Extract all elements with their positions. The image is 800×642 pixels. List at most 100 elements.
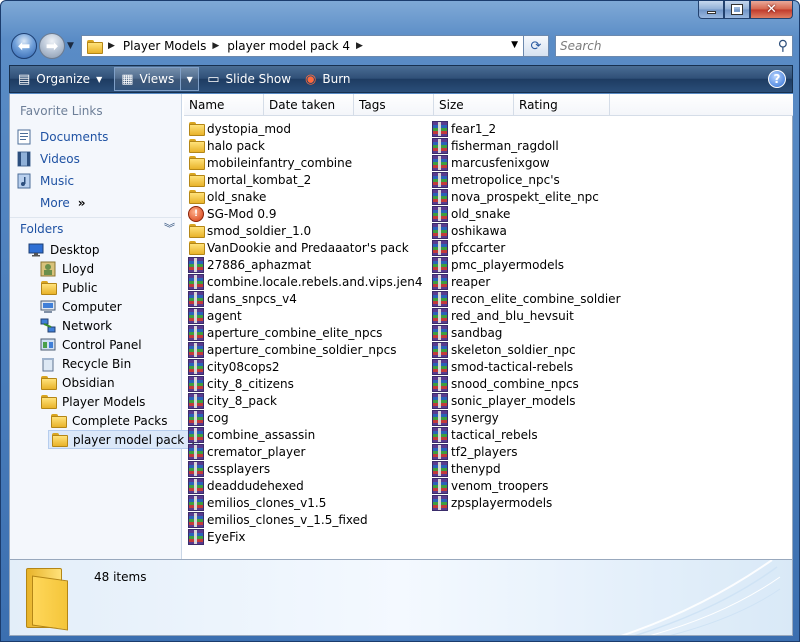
close-button[interactable]: ✕	[750, 1, 793, 19]
folder-icon	[188, 240, 205, 256]
file-item[interactable]: fisherman_ragdoll	[432, 137, 559, 154]
column-header-rating[interactable]: Rating	[514, 94, 610, 116]
slideshow-button[interactable]: ▭ Slide Show	[201, 67, 297, 91]
tree-item-desktop[interactable]: Desktop	[28, 240, 100, 259]
file-item[interactable]: cssplayers	[188, 460, 270, 477]
file-item[interactable]: old_snake	[188, 188, 266, 205]
file-item[interactable]: marcusfenixgow	[432, 154, 550, 171]
file-item[interactable]: deaddudehexed	[188, 477, 304, 494]
file-item[interactable]: dans_snpcs_v4	[188, 290, 297, 307]
breadcrumb-separator-icon[interactable]: ▶	[212, 41, 219, 51]
burn-icon: ◉	[305, 71, 317, 87]
views-dropdown-button[interactable]: ▼	[181, 67, 200, 91]
tree-item-lloyd[interactable]: Lloyd	[40, 259, 94, 278]
details-pane: 48 items	[9, 559, 793, 636]
file-item[interactable]: old_snake	[432, 205, 510, 222]
archive-icon	[432, 375, 448, 392]
file-item[interactable]: zpsplayermodels	[432, 494, 552, 511]
views-label: Views	[139, 72, 175, 86]
refresh-button[interactable]: ⟳	[523, 35, 549, 57]
archive-icon	[188, 443, 204, 460]
folder-icon	[86, 39, 103, 54]
tree-item-control-panel[interactable]: Control Panel	[40, 335, 142, 354]
address-bar[interactable]: ▶ Player Models ▶ player model pack 4 ▶ …	[81, 35, 525, 57]
file-item[interactable]: metropolice_npc's	[432, 171, 560, 188]
file-item[interactable]: smod-tactical-rebels	[432, 358, 573, 375]
tree-item-complete-packs[interactable]: Complete Packs	[50, 411, 168, 430]
file-item[interactable]: venom_troopers	[432, 477, 548, 494]
tree-item-network[interactable]: Network	[40, 316, 112, 335]
file-item[interactable]: VanDookie and Predaaator's pack	[188, 239, 409, 256]
favorite-link-more[interactable]: More »	[16, 193, 86, 213]
file-item[interactable]: smod_soldier_1.0	[188, 222, 311, 239]
file-item[interactable]: red_and_blu_hevsuit	[432, 307, 574, 324]
file-item[interactable]: city_8_pack	[188, 392, 277, 409]
file-item[interactable]: emilios_clones_v_1.5_fixed	[188, 511, 368, 528]
column-header-name[interactable]: Name	[184, 94, 264, 116]
file-item[interactable]: synergy	[432, 409, 499, 426]
file-item[interactable]: cremator_player	[188, 443, 305, 460]
file-item[interactable]: ! SG-Mod 0.9	[188, 205, 276, 222]
forward-button[interactable]: ➡	[39, 33, 65, 59]
file-item[interactable]: pmc_playermodels	[432, 256, 564, 273]
file-item[interactable]: tf2_players	[432, 443, 518, 460]
folders-header[interactable]: Folders ︾	[10, 217, 181, 239]
recent-pages-dropdown[interactable]: ▼	[67, 41, 74, 51]
file-item[interactable]: tactical_rebels	[432, 426, 538, 443]
search-icon[interactable]: ⚲	[778, 38, 788, 54]
file-item[interactable]: oshikawa	[432, 222, 507, 239]
search-box[interactable]: ⚲	[555, 35, 793, 57]
burn-button[interactable]: ◉ Burn	[299, 67, 357, 91]
breadcrumb-separator-icon[interactable]: ▶	[356, 41, 363, 51]
file-item[interactable]: reaper	[432, 273, 490, 290]
tree-item-computer[interactable]: Computer	[40, 297, 122, 316]
tree-item-player-model-pack-4[interactable]: player model pack 4	[48, 430, 199, 449]
tree-item-public[interactable]: Public	[40, 278, 98, 297]
column-header-tags[interactable]: Tags	[354, 94, 434, 116]
file-name: aperture_combine_soldier_npcs	[207, 342, 397, 357]
breadcrumb-item-current[interactable]: player model pack 4	[227, 39, 350, 53]
file-item[interactable]: thenypd	[432, 460, 501, 477]
file-item[interactable]: sonic_player_models	[432, 392, 575, 409]
file-item[interactable]: combine_assassin	[188, 426, 315, 443]
file-item[interactable]: city_8_citizens	[188, 375, 294, 392]
file-item[interactable]: emilios_clones_v1.5	[188, 494, 326, 511]
views-button[interactable]: ▦ Views	[114, 67, 182, 91]
file-item[interactable]: fear1_2	[432, 120, 496, 137]
file-item[interactable]: combine.locale.rebels.and.vips.jen4	[188, 273, 422, 290]
file-item[interactable]: 27886_aphazmat	[188, 256, 311, 273]
column-header-date-taken[interactable]: Date taken	[264, 94, 354, 116]
back-button[interactable]: ⬅	[11, 33, 37, 59]
minimize-button[interactable]	[698, 1, 724, 19]
file-item[interactable]: skeleton_soldier_npc	[432, 341, 576, 358]
tree-item-player-models[interactable]: Player Models	[40, 392, 145, 411]
tree-item-obsidian[interactable]: Obsidian	[40, 373, 115, 392]
favorite-link-videos[interactable]: Videos	[16, 149, 80, 169]
file-item[interactable]: cog	[188, 409, 229, 426]
file-item[interactable]: aperture_combine_soldier_npcs	[188, 341, 397, 358]
favorite-link-music[interactable]: Music	[16, 171, 74, 191]
tree-item-recycle-bin[interactable]: Recycle Bin	[40, 354, 131, 373]
file-item[interactable]: halo pack	[188, 137, 265, 154]
organize-button[interactable]: ▤ Organize ▼	[12, 67, 108, 91]
file-item[interactable]: mobileinfantry_combine	[188, 154, 352, 171]
file-item[interactable]: city08cops2	[188, 358, 279, 375]
file-item[interactable]: sandbag	[432, 324, 502, 341]
file-item[interactable]: dystopia_mod	[188, 120, 291, 137]
file-item[interactable]: EyeFix	[188, 528, 246, 545]
breadcrumb-separator-icon[interactable]: ▶	[108, 41, 115, 51]
file-item[interactable]: snood_combine_npcs	[432, 375, 579, 392]
file-item[interactable]: recon_elite_combine_soldier	[432, 290, 621, 307]
file-item[interactable]: pfccarter	[432, 239, 505, 256]
search-input[interactable]	[560, 39, 760, 53]
breadcrumb-item-player-models[interactable]: Player Models	[123, 39, 206, 53]
file-item[interactable]: mortal_kombat_2	[188, 171, 311, 188]
favorite-link-documents[interactable]: Documents	[16, 127, 108, 147]
file-item[interactable]: nova_prospekt_elite_npc	[432, 188, 599, 205]
file-item[interactable]: agent	[188, 307, 242, 324]
maximize-button[interactable]	[724, 1, 750, 19]
address-dropdown-icon[interactable]: ▼	[511, 40, 518, 50]
help-button[interactable]: ?	[768, 70, 786, 88]
file-item[interactable]: aperture_combine_elite_npcs	[188, 324, 382, 341]
column-header-size[interactable]: Size	[434, 94, 514, 116]
